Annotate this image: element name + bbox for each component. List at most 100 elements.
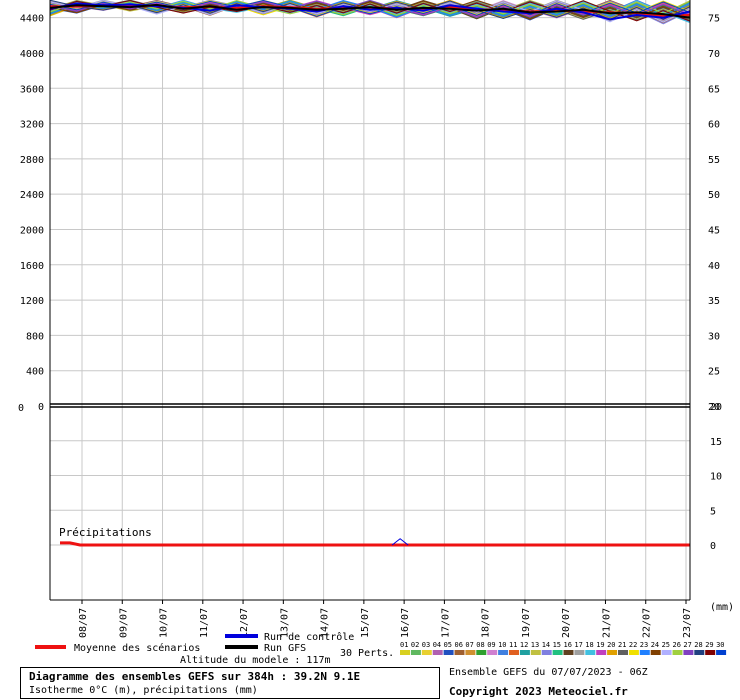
pert-number: 24	[651, 641, 659, 649]
right-tick-label: 70	[708, 49, 720, 60]
left-tick-label: 400	[26, 367, 44, 378]
pert-number: 18	[585, 641, 593, 649]
pert-number: 21	[618, 641, 626, 649]
x-tick-label: 09/07	[118, 608, 129, 638]
pert-number: 01	[400, 641, 408, 649]
pert-color-swatch	[694, 650, 705, 655]
right-tick-label: 65	[708, 84, 720, 95]
pert-number: 28	[694, 641, 702, 649]
pert-number: 19	[596, 641, 604, 649]
right-tick-label: 60	[708, 120, 720, 131]
legend-control-label: Run de contrôle	[264, 631, 354, 643]
left-tick-label: 0	[38, 402, 44, 413]
pert-color-swatch	[476, 650, 487, 655]
pert-number: 04	[433, 641, 441, 649]
x-tick-label: 12/07	[239, 608, 250, 638]
right-tick-label: 40	[708, 261, 720, 272]
legend-mean-label: Moyenne des scénarios	[74, 642, 200, 654]
left-tick-label: 4000	[20, 49, 44, 60]
left-tick-label: 4400	[20, 14, 44, 25]
pert-color-swatch	[672, 650, 683, 655]
pert-color-swatch	[574, 650, 585, 655]
x-tick-label: 17/07	[440, 608, 451, 638]
left-tick-label: 800	[26, 331, 44, 342]
pert-number: 03	[422, 641, 430, 649]
precip-tick-label: 15	[710, 437, 722, 448]
right-tick-label: 30	[708, 331, 720, 342]
pert-number: 22	[629, 641, 637, 649]
pert-number: 29	[705, 641, 713, 649]
pert-color-swatch	[519, 650, 530, 655]
copyright-label: Copyright 2023 Meteociel.fr	[449, 685, 628, 698]
pert-color-swatch	[509, 650, 519, 655]
left-tick-label: 3200	[20, 120, 44, 131]
pert-color-swatch	[716, 650, 727, 655]
pert-color-swatch	[563, 650, 574, 655]
info-box: Diagramme des ensembles GEFS sur 384h : …	[20, 667, 440, 699]
left-tick-label: 3600	[20, 84, 44, 95]
right-tick-label: 25	[708, 367, 720, 378]
pert-number: 07	[465, 641, 473, 649]
left-tick-label: 2000	[20, 225, 44, 236]
diagram-title: Diagramme des ensembles GEFS sur 384h : …	[29, 670, 361, 683]
pert-color-swatch	[454, 650, 465, 655]
pert-color-swatch	[552, 650, 563, 655]
precip-title: Précipitations	[59, 526, 152, 539]
precip-tick-label: 0	[710, 541, 716, 552]
pert-number: 14	[542, 641, 550, 649]
pert-color-swatch	[432, 650, 443, 655]
pert-color-swatch	[410, 650, 421, 655]
right-tick-label: 55	[708, 155, 720, 166]
x-tick-label: 19/07	[521, 608, 532, 638]
pert-number: 20	[607, 641, 615, 649]
pert-color-swatch	[541, 650, 552, 655]
x-tick-label: 08/07	[78, 608, 89, 638]
pert-number: 09	[487, 641, 495, 649]
pert-color-swatch	[465, 650, 476, 655]
pert-color-swatch	[661, 650, 672, 655]
precip-tick-label: 5	[710, 506, 716, 517]
right-tick-label: 75	[708, 14, 720, 25]
pert-number: 16	[564, 641, 572, 649]
x-tick-label: 23/07	[682, 608, 693, 638]
pert-color-swatch	[400, 650, 410, 655]
pert-color-swatch	[585, 650, 596, 655]
pert-number: 13	[531, 641, 539, 649]
pert-number: 06	[455, 641, 463, 649]
precip-tick-label: 10	[710, 472, 722, 483]
x-tick-label: 21/07	[601, 608, 612, 638]
pert-color-swatch	[487, 650, 498, 655]
pert-number: 25	[662, 641, 670, 649]
pert-number: 08	[476, 641, 484, 649]
x-tick-label: 10/07	[159, 608, 170, 638]
legend-perts-label: 30 Perts.	[340, 648, 394, 659]
pert-color-swatch	[683, 650, 694, 655]
diagram-subtitle: Isotherme 0°C (m), précipitations (mm)	[29, 685, 258, 696]
pert-color-swatch	[618, 650, 628, 655]
pert-color-swatch	[607, 650, 618, 655]
altitude-label: Altitude du modele : 117m	[180, 655, 331, 666]
pert-color-swatch	[628, 650, 639, 655]
left-tick-label: 2400	[20, 190, 44, 201]
pert-color-swatch	[650, 650, 661, 655]
left-tick-label: 1200	[20, 296, 44, 307]
left-tick-label: 1600	[20, 261, 44, 272]
pert-number: 10	[498, 641, 506, 649]
pert-color-swatch	[443, 650, 454, 655]
ensemble-run-label: Ensemble GEFS du 07/07/2023 - 06Z	[449, 667, 648, 678]
pert-color-swatch	[596, 650, 607, 655]
pert-color-swatch	[421, 650, 432, 655]
pert-color-swatch	[639, 650, 650, 655]
pert-color-swatch	[705, 650, 716, 655]
x-tick-label: 20/07	[561, 608, 572, 638]
pert-number: 12	[520, 641, 528, 649]
pert-number: 23	[640, 641, 648, 649]
x-tick-label: 16/07	[400, 608, 411, 638]
x-tick-label: 15/07	[360, 608, 371, 638]
pert-color-swatch	[498, 650, 509, 655]
x-tick-label: 18/07	[481, 608, 492, 638]
precip-unit: (mm)	[710, 602, 734, 613]
pert-number: 30	[716, 641, 724, 649]
pert-number: 15	[553, 641, 561, 649]
right-tick-label: 45	[708, 225, 720, 236]
